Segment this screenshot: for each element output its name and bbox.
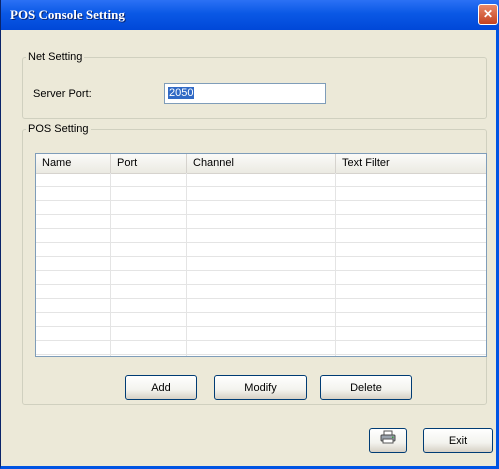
close-icon: ✕ <box>482 7 494 21</box>
grid-column-divider <box>110 173 111 356</box>
column-header-channel[interactable]: Channel <box>187 154 336 173</box>
window-title: POS Console Setting <box>10 7 125 22</box>
printer-icon <box>380 430 396 452</box>
grid-column-divider <box>335 173 336 356</box>
pos-list[interactable]: Name Port Channel Text Filter <box>35 153 487 357</box>
modify-button[interactable]: Modify <box>214 375 307 400</box>
column-header-text-filter[interactable]: Text Filter <box>336 154 486 173</box>
print-button[interactable] <box>369 428 407 453</box>
pos-list-header: Name Port Channel Text Filter <box>36 154 486 174</box>
pos-setting-legend: POS Setting <box>28 123 89 135</box>
pos-console-setting-dialog: POS Console Setting ✕ Net Setting Server… <box>0 0 499 469</box>
column-header-name[interactable]: Name <box>36 154 111 173</box>
title-bar[interactable]: POS Console Setting ✕ <box>1 0 499 30</box>
net-setting-legend: Net Setting <box>28 51 83 63</box>
server-port-value: 2050 <box>168 87 195 99</box>
exit-button[interactable]: Exit <box>423 428 493 453</box>
delete-button[interactable]: Delete <box>320 375 412 400</box>
server-port-input[interactable]: 2050 <box>164 83 326 104</box>
close-button[interactable]: ✕ <box>478 4 498 25</box>
grid-column-divider <box>186 173 187 356</box>
column-header-port[interactable]: Port <box>111 154 187 173</box>
add-button[interactable]: Add <box>125 375 197 400</box>
pos-list-grid <box>36 173 486 356</box>
server-port-label: Server Port: <box>33 88 92 100</box>
